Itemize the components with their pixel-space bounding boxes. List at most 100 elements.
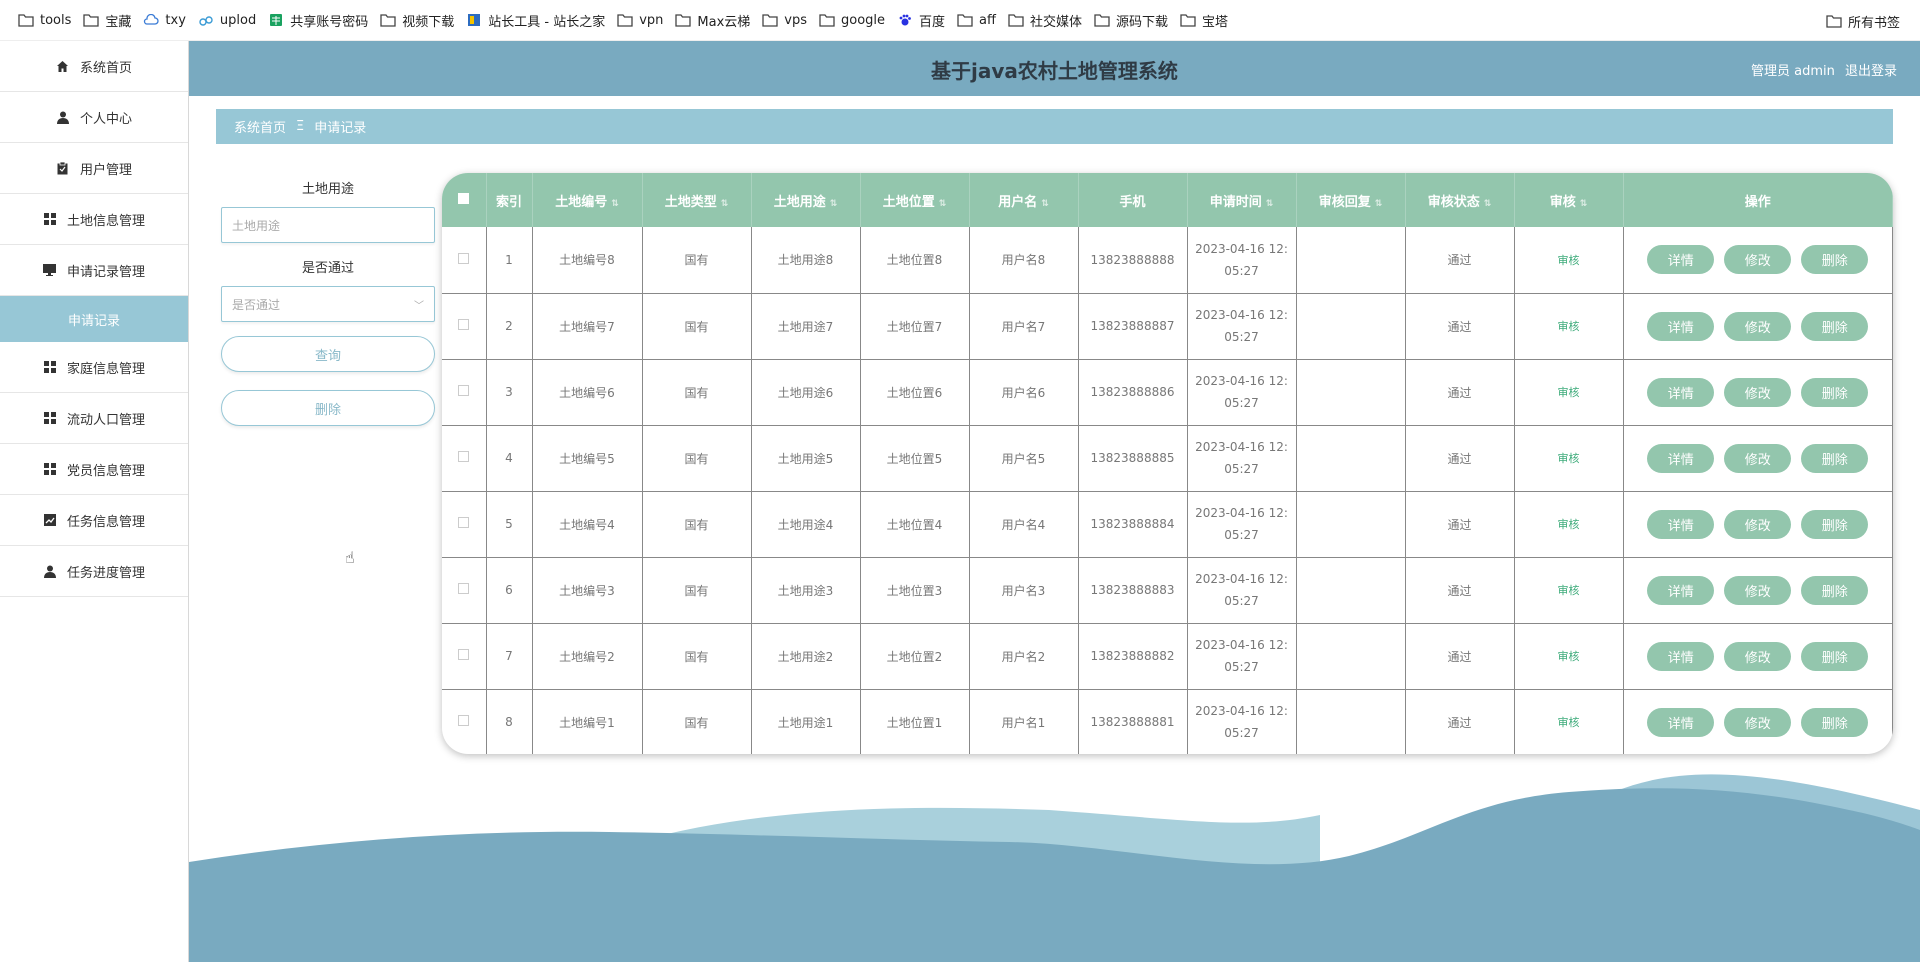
delete-button[interactable]: 删除	[1801, 245, 1869, 275]
bookmark-item[interactable]: 宝藏	[77, 6, 137, 34]
sort-icon[interactable]: ⇅	[830, 199, 838, 209]
sort-icon[interactable]: ⇅	[939, 199, 947, 209]
audit-cell: 审核	[1514, 359, 1624, 425]
edit-button[interactable]: 修改	[1724, 707, 1792, 737]
bookmark-item[interactable]: 站长工具 - 站长之家	[460, 6, 611, 34]
audit-link[interactable]: 审核	[1558, 452, 1580, 465]
bookmark-item[interactable]: Max云梯	[669, 6, 756, 34]
audit-link[interactable]: 审核	[1558, 320, 1580, 333]
logout-link[interactable]: 退出登录	[1845, 64, 1897, 79]
bookmark-item[interactable]: tools	[12, 6, 77, 34]
detail-button[interactable]: 详情	[1647, 575, 1715, 605]
audit-link[interactable]: 审核	[1558, 386, 1580, 399]
delete-button[interactable]: 删除	[1801, 707, 1869, 737]
detail-button[interactable]: 详情	[1647, 377, 1715, 407]
select-all-checkbox[interactable]	[458, 192, 470, 204]
query-button[interactable]: 查询	[221, 336, 435, 372]
sidebar-item[interactable]: 流动人口管理	[0, 393, 188, 444]
sort-icon[interactable]: ⇅	[1041, 199, 1049, 209]
phone-cell: 13823888881	[1078, 689, 1188, 754]
detail-button[interactable]: 详情	[1647, 707, 1715, 737]
row-checkbox[interactable]	[458, 715, 470, 726]
edit-button[interactable]: 修改	[1724, 509, 1792, 539]
audit-status-cell: 通过	[1405, 425, 1515, 491]
delete-button[interactable]: 删除	[1801, 509, 1869, 539]
bookmark-item[interactable]: 视频下载	[374, 6, 460, 34]
pass-select[interactable]: 是否通过 ﹀	[221, 286, 435, 322]
delete-button[interactable]: 删除	[1801, 311, 1869, 341]
audit-link[interactable]: 审核	[1558, 650, 1580, 663]
bookmark-item[interactable]: 百度	[891, 6, 951, 34]
bookmark-label: 社交媒体	[1029, 14, 1082, 30]
bookmark-item[interactable]: 宝塔	[1174, 6, 1234, 34]
bookmark-item[interactable]: vpn	[611, 6, 669, 34]
edit-button[interactable]: 修改	[1724, 311, 1792, 341]
all-bookmarks[interactable]: 所有书签	[1820, 7, 1906, 35]
sidebar-item[interactable]: 任务信息管理	[0, 495, 188, 546]
edit-button[interactable]: 修改	[1724, 377, 1792, 407]
audit-link[interactable]: 审核	[1558, 518, 1580, 531]
bookmark-item[interactable]: uplod	[192, 6, 262, 34]
sidebar-item[interactable]: 申请记录	[0, 296, 188, 342]
delete-button[interactable]: 删除	[1801, 641, 1869, 671]
row-checkbox[interactable]	[458, 252, 470, 264]
bookmark-item[interactable]: 社交媒体	[1002, 6, 1088, 34]
audit-link[interactable]: 审核	[1558, 254, 1580, 267]
detail-button[interactable]: 详情	[1647, 311, 1715, 341]
breadcrumb-home[interactable]: 系统首页	[234, 117, 286, 136]
row-checkbox[interactable]	[458, 385, 470, 396]
bookmark-item[interactable]: aff	[951, 6, 1002, 34]
bookmark-label: vps	[784, 12, 807, 28]
edit-button[interactable]: 修改	[1724, 575, 1792, 605]
actions-cell: 详情 修改 删除	[1623, 491, 1893, 557]
audit-link[interactable]: 审核	[1558, 584, 1580, 597]
sidebar-item[interactable]: 土地信息管理	[0, 194, 188, 245]
username-cell: 用户名2	[969, 623, 1079, 689]
sort-icon[interactable]: ⇅	[611, 199, 619, 209]
bookmark-item[interactable]: txy	[137, 6, 191, 34]
detail-button[interactable]: 详情	[1647, 509, 1715, 539]
row-checkbox[interactable]	[458, 451, 470, 462]
bookmark-item[interactable]: 源码下载	[1088, 6, 1174, 34]
bookmark-item[interactable]: vps	[756, 6, 813, 34]
detail-button[interactable]: 详情	[1647, 245, 1715, 275]
bookmark-item[interactable]: 共享账号密码	[262, 6, 374, 34]
detail-button[interactable]: 详情	[1647, 443, 1715, 473]
row-checkbox[interactable]	[458, 517, 470, 528]
land-use-input[interactable]: 土地用途	[221, 207, 435, 243]
sort-icon[interactable]: ⇅	[1580, 199, 1588, 209]
column-header[interactable]	[442, 173, 487, 227]
bookmark-item[interactable]: google	[813, 6, 891, 34]
sidebar-item[interactable]: 家庭信息管理	[0, 342, 188, 393]
sort-icon[interactable]: ⇅	[1266, 199, 1274, 209]
sidebar-item[interactable]: 个人中心	[0, 92, 188, 143]
edit-button[interactable]: 修改	[1724, 245, 1792, 275]
detail-button[interactable]: 详情	[1647, 641, 1715, 671]
sidebar-item[interactable]: 任务进度管理	[0, 546, 188, 597]
sidebar-item[interactable]: 党员信息管理	[0, 444, 188, 495]
username-cell: 用户名7	[969, 293, 1079, 359]
apply-time-cell: 2023-04-16 12: 05:27	[1187, 491, 1297, 557]
audit-cell: 审核	[1514, 293, 1624, 359]
edit-button[interactable]: 修改	[1724, 641, 1792, 671]
batch-delete-button[interactable]: 删除	[221, 390, 435, 426]
row-select-cell	[442, 227, 487, 293]
row-checkbox[interactable]	[458, 649, 470, 660]
app-header: 基于java农村土地管理系统 管理员 admin 退出登录	[189, 41, 1920, 96]
land-use-cell: 土地用途7	[751, 293, 861, 359]
row-checkbox[interactable]	[458, 319, 470, 330]
sidebar-item[interactable]: 用户管理	[0, 143, 188, 194]
row-checkbox[interactable]	[458, 583, 470, 594]
delete-button[interactable]: 删除	[1801, 377, 1869, 407]
audit-link[interactable]: 审核	[1558, 716, 1580, 729]
delete-button[interactable]: 删除	[1801, 575, 1869, 605]
apply-time-cell: 2023-04-16 12: 05:27	[1187, 293, 1297, 359]
sort-icon[interactable]: ⇅	[1375, 199, 1383, 209]
delete-button[interactable]: 删除	[1801, 443, 1869, 473]
sort-icon[interactable]: ⇅	[1484, 199, 1492, 209]
sidebar-item[interactable]: 申请记录管理	[0, 245, 188, 296]
edit-button[interactable]: 修改	[1724, 443, 1792, 473]
sidebar-item[interactable]: 系统首页	[0, 41, 188, 92]
sort-icon[interactable]: ⇅	[721, 199, 729, 209]
sidebar-item-label: 用户管理	[79, 162, 132, 178]
